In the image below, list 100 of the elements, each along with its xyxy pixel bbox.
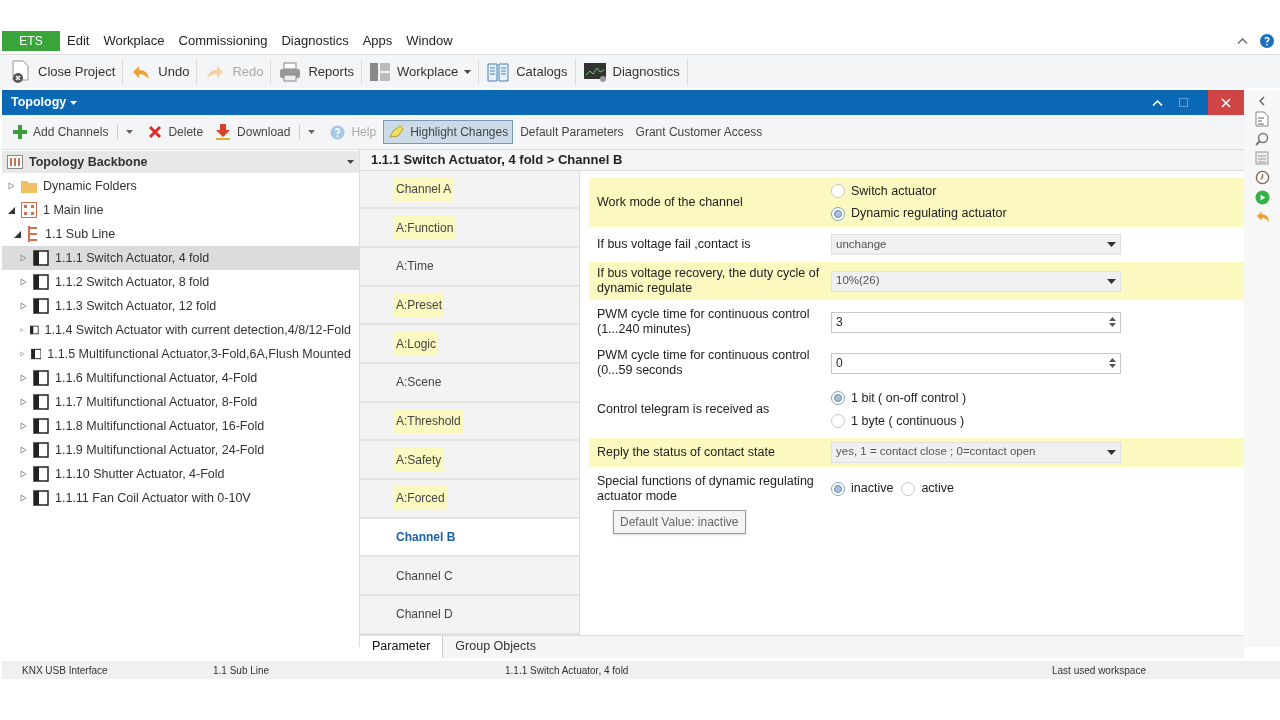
tree-label: 1.1.7 Multifunctional Actuator, 8-Fold [55, 393, 258, 411]
close-button[interactable] [1208, 90, 1244, 115]
dropdown-field[interactable]: unchange [831, 234, 1121, 255]
caret-icon[interactable] [347, 160, 354, 164]
caret-icon[interactable] [1107, 449, 1116, 455]
branch-icon [27, 226, 39, 242]
radio-button[interactable] [831, 414, 845, 429]
collapse-arrow-icon[interactable] [8, 206, 15, 214]
expand-arrow-icon[interactable] [20, 326, 24, 334]
radio-button[interactable] [901, 481, 916, 496]
tree-item[interactable]: 1.1.7 Multifunctional Actuator, 8-Fold [2, 390, 359, 414]
menu-item[interactable]: Workplace [96, 31, 172, 51]
caret-icon[interactable] [308, 130, 316, 134]
caret-icon[interactable] [1107, 278, 1116, 284]
expand-arrow-icon[interactable] [20, 350, 25, 358]
tree-item[interactable]: 1.1.11 Fan Coil Actuator with 0-10V [2, 486, 359, 510]
toolbar-button[interactable]: Reports [274, 56, 358, 87]
expand-arrow-icon[interactable] [20, 254, 27, 262]
collapse-arrow-icon[interactable] [14, 230, 21, 238]
action-button[interactable]: Grant Customer Access [630, 120, 768, 144]
menu-item[interactable]: Apps [355, 31, 400, 51]
radio-button[interactable] [831, 183, 845, 198]
tree-label: 1.1.1 Switch Actuator, 4 fold [55, 249, 210, 267]
expand-arrow-icon[interactable] [20, 278, 27, 286]
help-icon [330, 124, 346, 140]
clock-icon[interactable] [1254, 170, 1270, 185]
expand-arrow-icon[interactable] [20, 422, 27, 430]
toolbar-button[interactable]: Workplace [365, 56, 476, 87]
dropdown-field[interactable]: yes, 1 = contact close ; 0=contact open [831, 441, 1121, 463]
number-field[interactable]: 0 [831, 352, 1121, 374]
expand-arrow-icon[interactable] [8, 182, 15, 190]
radio-button[interactable] [831, 481, 845, 496]
menu-item[interactable]: Window [399, 31, 460, 51]
action-button[interactable]: Download [210, 120, 296, 144]
menu-item[interactable]: Edit [60, 31, 97, 51]
number-field[interactable]: 3 [831, 311, 1121, 333]
action-button[interactable]: Default Parameters [515, 120, 629, 144]
tree-label: 1.1 Sub Line [45, 225, 116, 243]
action-button[interactable]: Highlight Changes [383, 120, 514, 144]
tree-item[interactable]: 1.1.4 Switch Actuator with current detection,4/8/12-Fold [2, 318, 359, 342]
radio-button[interactable] [831, 206, 845, 221]
collapse-left-icon[interactable] [1259, 96, 1265, 106]
menu-item[interactable]: Diagnostics [274, 31, 356, 51]
tree-item[interactable]: 1.1 Sub Line [2, 222, 359, 246]
expand-arrow-icon[interactable] [20, 446, 27, 454]
spinner-arrows-icon[interactable] [1109, 316, 1116, 328]
toolbar-button[interactable]: Catalogs [482, 56, 572, 87]
tree-item[interactable]: Dynamic Folders [2, 174, 359, 198]
tree-label: 1.1.8 Multifunctional Actuator, 16-Fold [55, 417, 265, 435]
expand-arrow-icon[interactable] [20, 470, 27, 478]
caret-icon[interactable] [1107, 242, 1116, 247]
caret-icon[interactable] [464, 69, 472, 74]
expand-arrow-icon[interactable] [20, 398, 27, 406]
caret-icon[interactable] [126, 130, 134, 134]
menu-item[interactable]: Commissioning [171, 31, 275, 51]
radio-button[interactable] [831, 391, 845, 406]
radio-label: 1 bit ( on-off control ) [851, 390, 967, 407]
action-button[interactable]: Delete [143, 120, 209, 144]
tree-item[interactable]: 1.1.3 Switch Actuator, 12 fold [2, 294, 359, 318]
tree-item[interactable]: 1.1.10 Shutter Actuator, 4-Fold [2, 462, 359, 486]
list-icon[interactable] [1255, 151, 1269, 165]
tree-item[interactable]: 1.1.5 Multifunctional Actuator,3-Fold,6A,Flush Mounted [2, 342, 359, 366]
toolbar-button[interactable]: Undo [126, 56, 194, 87]
panel-title[interactable]: Topology [2, 93, 71, 112]
spinner-arrows-icon[interactable] [1109, 357, 1116, 369]
tree-item[interactable]: 1.1.8 Multifunctional Actuator, 16-Fold [2, 414, 359, 438]
expand-arrow-icon[interactable] [20, 302, 27, 310]
undo-icon[interactable] [1254, 210, 1270, 224]
device-icon [33, 466, 49, 482]
play-icon[interactable] [1254, 190, 1270, 205]
tree-header[interactable]: Topology Backbone [2, 151, 359, 173]
document-icon[interactable] [1255, 111, 1269, 127]
tree-label: 1.1.3 Switch Actuator, 12 fold [55, 297, 217, 315]
printer-icon [278, 61, 303, 82]
tree-item[interactable]: 1 Main line [2, 198, 359, 222]
parameter-label: PWM cycle time for continuous control (1...240 minutes) [596, 307, 811, 337]
tree-item[interactable]: 1.1.9 Multifunctional Actuator, 24-Fold [2, 438, 359, 462]
tree-item[interactable]: 1.1.6 Multifunctional Actuator, 4-Fold [2, 366, 359, 390]
channel-item[interactable]: Channel B [360, 518, 579, 558]
status-text: 1.1 Sub Line [212, 663, 271, 678]
collapse-icon[interactable] [1237, 38, 1248, 44]
tree-label: 1 Main line [43, 201, 104, 219]
toolbar-button[interactable]: Diagnostics [578, 56, 684, 87]
action-button[interactable]: Add Channels [8, 120, 114, 144]
tree-item[interactable]: 1.1.2 Switch Actuator, 8 fold [2, 270, 359, 294]
device-icon [33, 442, 49, 458]
radio-label: 1 byte ( continuous ) [851, 412, 965, 430]
tree-item[interactable]: 1.1.1 Switch Actuator, 4 fold [2, 246, 359, 270]
tab[interactable]: Parameter [360, 635, 443, 658]
dropdown-field[interactable]: 10%(26) [831, 270, 1121, 292]
expand-arrow-icon[interactable] [20, 374, 27, 382]
caret-icon[interactable] [70, 100, 78, 105]
book-icon [486, 60, 511, 83]
help-icon[interactable] [1260, 34, 1274, 48]
restore-icon[interactable] [1179, 98, 1188, 107]
grid-icon [7, 155, 23, 169]
search-icon[interactable] [1255, 132, 1269, 146]
toolbar-button[interactable]: Close Project [6, 56, 120, 87]
expand-arrow-icon[interactable] [20, 494, 27, 502]
radio-label: Dynamic regulating actuator [851, 205, 1007, 223]
